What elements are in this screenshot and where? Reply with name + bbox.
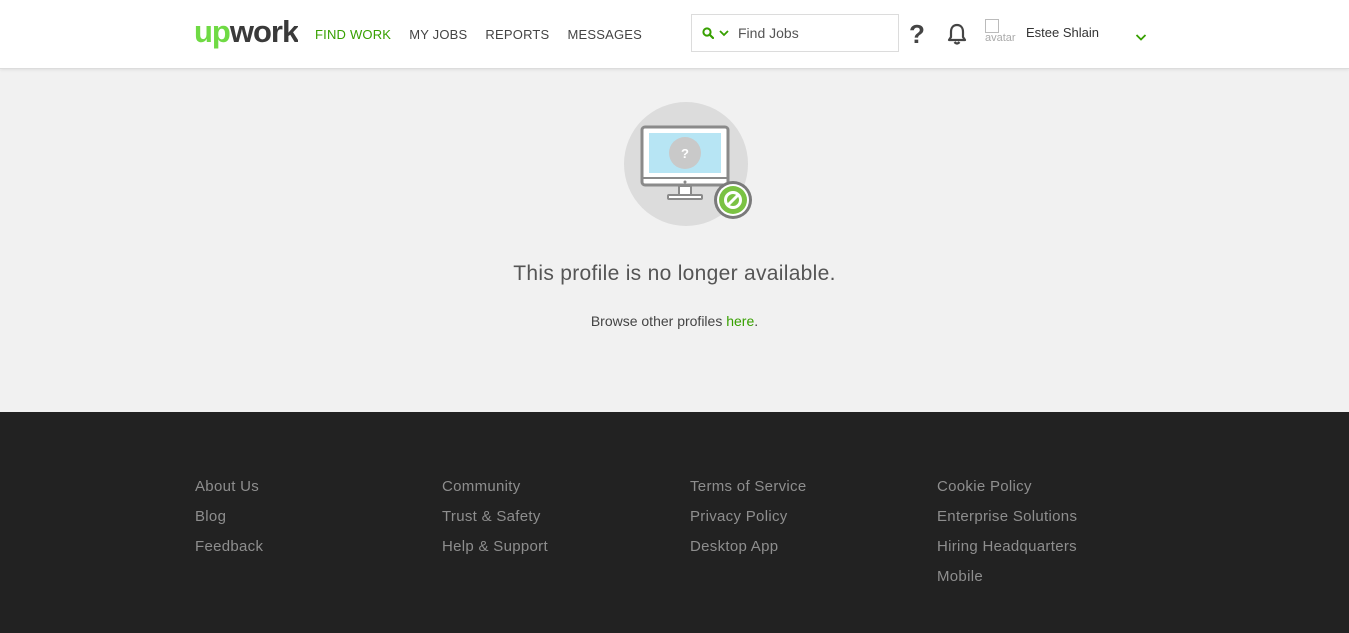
svg-text:?: ? <box>681 146 689 161</box>
browse-suffix: . <box>754 313 759 329</box>
footer-column-1: About Us Blog Feedback <box>195 478 263 568</box>
footer-link-about-us[interactable]: About Us <box>195 478 263 508</box>
browse-prefix: Browse other profiles <box>590 313 727 329</box>
footer-link-privacy-policy[interactable]: Privacy Policy <box>690 508 807 538</box>
main-nav: FIND WORK MY JOBS REPORTS MESSAGES <box>315 0 660 68</box>
footer-link-terms-of-service[interactable]: Terms of Service <box>690 478 807 508</box>
footer-link-trust-safety[interactable]: Trust & Safety <box>442 508 548 538</box>
help-icon[interactable]: ? <box>909 18 925 50</box>
footer-link-community[interactable]: Community <box>442 478 548 508</box>
footer-link-cookie-policy[interactable]: Cookie Policy <box>937 478 1077 508</box>
profile-unavailable-illustration: ? <box>624 102 756 232</box>
search-input[interactable] <box>736 24 890 42</box>
avatar-alt-text: avatar <box>985 32 1016 44</box>
footer-link-feedback[interactable]: Feedback <box>195 538 263 568</box>
main-content: ? This profile is no longer available. B… <box>0 69 1349 412</box>
nav-find-work[interactable]: FIND WORK <box>315 27 391 42</box>
footer-link-blog[interactable]: Blog <box>195 508 263 538</box>
footer: About Us Blog Feedback Community Trust &… <box>0 412 1349 633</box>
footer-link-desktop-app[interactable]: Desktop App <box>690 538 807 568</box>
user-menu-chevron-icon[interactable] <box>1135 29 1147 47</box>
top-header: upwork FIND WORK MY JOBS REPORTS MESSAGE… <box>0 0 1349 69</box>
footer-column-4: Cookie Policy Enterprise Solutions Hirin… <box>937 478 1077 598</box>
footer-link-help-support[interactable]: Help & Support <box>442 538 548 568</box>
browse-profiles-text: Browse other profiles here. <box>0 313 1349 329</box>
footer-column-2: Community Trust & Safety Help & Support <box>442 478 548 568</box>
footer-link-hiring-headquarters[interactable]: Hiring Headquarters <box>937 538 1077 568</box>
footer-link-mobile[interactable]: Mobile <box>937 568 1077 598</box>
broken-image-icon <box>985 19 999 33</box>
notifications-bell-icon[interactable] <box>947 23 967 50</box>
unavailable-message: This profile is no longer available. <box>513 262 836 285</box>
browse-profiles-link[interactable]: here <box>726 313 754 329</box>
nav-reports[interactable]: REPORTS <box>485 27 549 42</box>
upwork-logo[interactable]: upwork <box>194 16 298 50</box>
chevron-down-icon <box>719 30 729 37</box>
user-name[interactable]: Estee Shlain <box>1026 25 1099 40</box>
search-icon <box>702 27 714 39</box>
avatar[interactable]: avatar <box>985 19 1021 47</box>
search-type-dropdown[interactable] <box>692 27 736 39</box>
nav-my-jobs[interactable]: MY JOBS <box>409 27 467 42</box>
upwork-logo-mark: upwork <box>194 16 298 49</box>
search-box <box>691 14 899 52</box>
footer-link-enterprise-solutions[interactable]: Enterprise Solutions <box>937 508 1077 538</box>
footer-column-3: Terms of Service Privacy Policy Desktop … <box>690 478 807 568</box>
nav-messages[interactable]: MESSAGES <box>567 27 642 42</box>
svg-text:upwork: upwork <box>194 16 298 49</box>
